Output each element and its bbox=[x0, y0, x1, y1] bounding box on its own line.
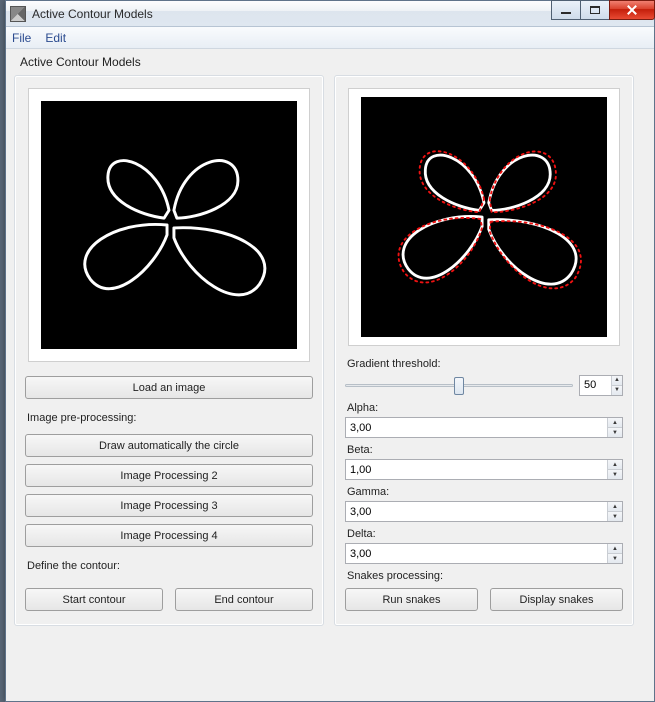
gradient-threshold-label: Gradient threshold: bbox=[347, 358, 623, 370]
left-panel: Load an image Image pre-processing: Draw… bbox=[14, 75, 324, 626]
app-window: Active Contour Models File Edit Active C… bbox=[5, 0, 655, 702]
spinner[interactable]: ▲▼ bbox=[611, 376, 622, 395]
spinner[interactable]: ▲▼ bbox=[607, 502, 622, 521]
image-processing-4-button[interactable]: Image Processing 4 bbox=[25, 524, 313, 547]
minimize-button[interactable] bbox=[551, 0, 581, 20]
chevron-up-icon[interactable]: ▲ bbox=[608, 502, 622, 512]
chevron-up-icon[interactable]: ▲ bbox=[608, 544, 622, 554]
result-image-frame bbox=[348, 88, 620, 346]
display-snakes-button[interactable]: Display snakes bbox=[490, 588, 623, 611]
chevron-down-icon[interactable]: ▼ bbox=[608, 512, 622, 521]
client-area: Active Contour Models bbox=[6, 49, 654, 634]
menubar: File Edit bbox=[6, 27, 654, 49]
spinner[interactable]: ▲▼ bbox=[607, 544, 622, 563]
titlebar[interactable]: Active Contour Models bbox=[6, 1, 654, 27]
beta-input[interactable] bbox=[346, 460, 607, 479]
app-icon bbox=[10, 6, 26, 22]
source-image bbox=[41, 101, 297, 349]
delta-input[interactable] bbox=[346, 544, 607, 563]
page-subtitle: Active Contour Models bbox=[20, 55, 646, 69]
delta-field[interactable]: ▲▼ bbox=[345, 543, 623, 564]
chevron-down-icon[interactable]: ▼ bbox=[608, 554, 622, 563]
define-contour-label: Define the contour: bbox=[27, 560, 313, 572]
beta-label: Beta: bbox=[347, 444, 623, 456]
gradient-threshold-value[interactable]: ▲▼ bbox=[579, 375, 623, 396]
chevron-down-icon[interactable]: ▼ bbox=[612, 386, 622, 395]
start-contour-button[interactable]: Start contour bbox=[25, 588, 163, 611]
preprocessing-label: Image pre-processing: bbox=[27, 412, 313, 424]
image-processing-2-button[interactable]: Image Processing 2 bbox=[25, 464, 313, 487]
maximize-button[interactable] bbox=[580, 0, 610, 20]
spinner[interactable]: ▲▼ bbox=[607, 460, 622, 479]
gamma-label: Gamma: bbox=[347, 486, 623, 498]
spinner[interactable]: ▲▼ bbox=[607, 418, 622, 437]
delta-label: Delta: bbox=[347, 528, 623, 540]
gradient-threshold-slider[interactable] bbox=[345, 374, 573, 396]
chevron-up-icon[interactable]: ▲ bbox=[608, 460, 622, 470]
gamma-field[interactable]: ▲▼ bbox=[345, 501, 623, 522]
load-image-button[interactable]: Load an image bbox=[25, 376, 313, 399]
run-snakes-button[interactable]: Run snakes bbox=[345, 588, 478, 611]
gradient-threshold-input[interactable] bbox=[580, 376, 611, 395]
source-image-frame bbox=[28, 88, 310, 362]
right-panel: Gradient threshold: ▲▼ Alpha: ▲ bbox=[334, 75, 634, 626]
close-button[interactable] bbox=[609, 0, 655, 20]
image-processing-3-button[interactable]: Image Processing 3 bbox=[25, 494, 313, 517]
alpha-label: Alpha: bbox=[347, 402, 623, 414]
snakes-processing-label: Snakes processing: bbox=[347, 570, 623, 582]
result-image bbox=[361, 97, 607, 337]
chevron-up-icon[interactable]: ▲ bbox=[612, 376, 622, 386]
window-controls bbox=[552, 0, 655, 20]
alpha-input[interactable] bbox=[346, 418, 607, 437]
alpha-field[interactable]: ▲▼ bbox=[345, 417, 623, 438]
draw-circle-button[interactable]: Draw automatically the circle bbox=[25, 434, 313, 457]
chevron-up-icon[interactable]: ▲ bbox=[608, 418, 622, 428]
beta-field[interactable]: ▲▼ bbox=[345, 459, 623, 480]
chevron-down-icon[interactable]: ▼ bbox=[608, 470, 622, 479]
gamma-input[interactable] bbox=[346, 502, 607, 521]
menu-file[interactable]: File bbox=[12, 31, 31, 45]
menu-edit[interactable]: Edit bbox=[45, 31, 66, 45]
chevron-down-icon[interactable]: ▼ bbox=[608, 428, 622, 437]
window-title: Active Contour Models bbox=[32, 7, 153, 21]
end-contour-button[interactable]: End contour bbox=[175, 588, 313, 611]
